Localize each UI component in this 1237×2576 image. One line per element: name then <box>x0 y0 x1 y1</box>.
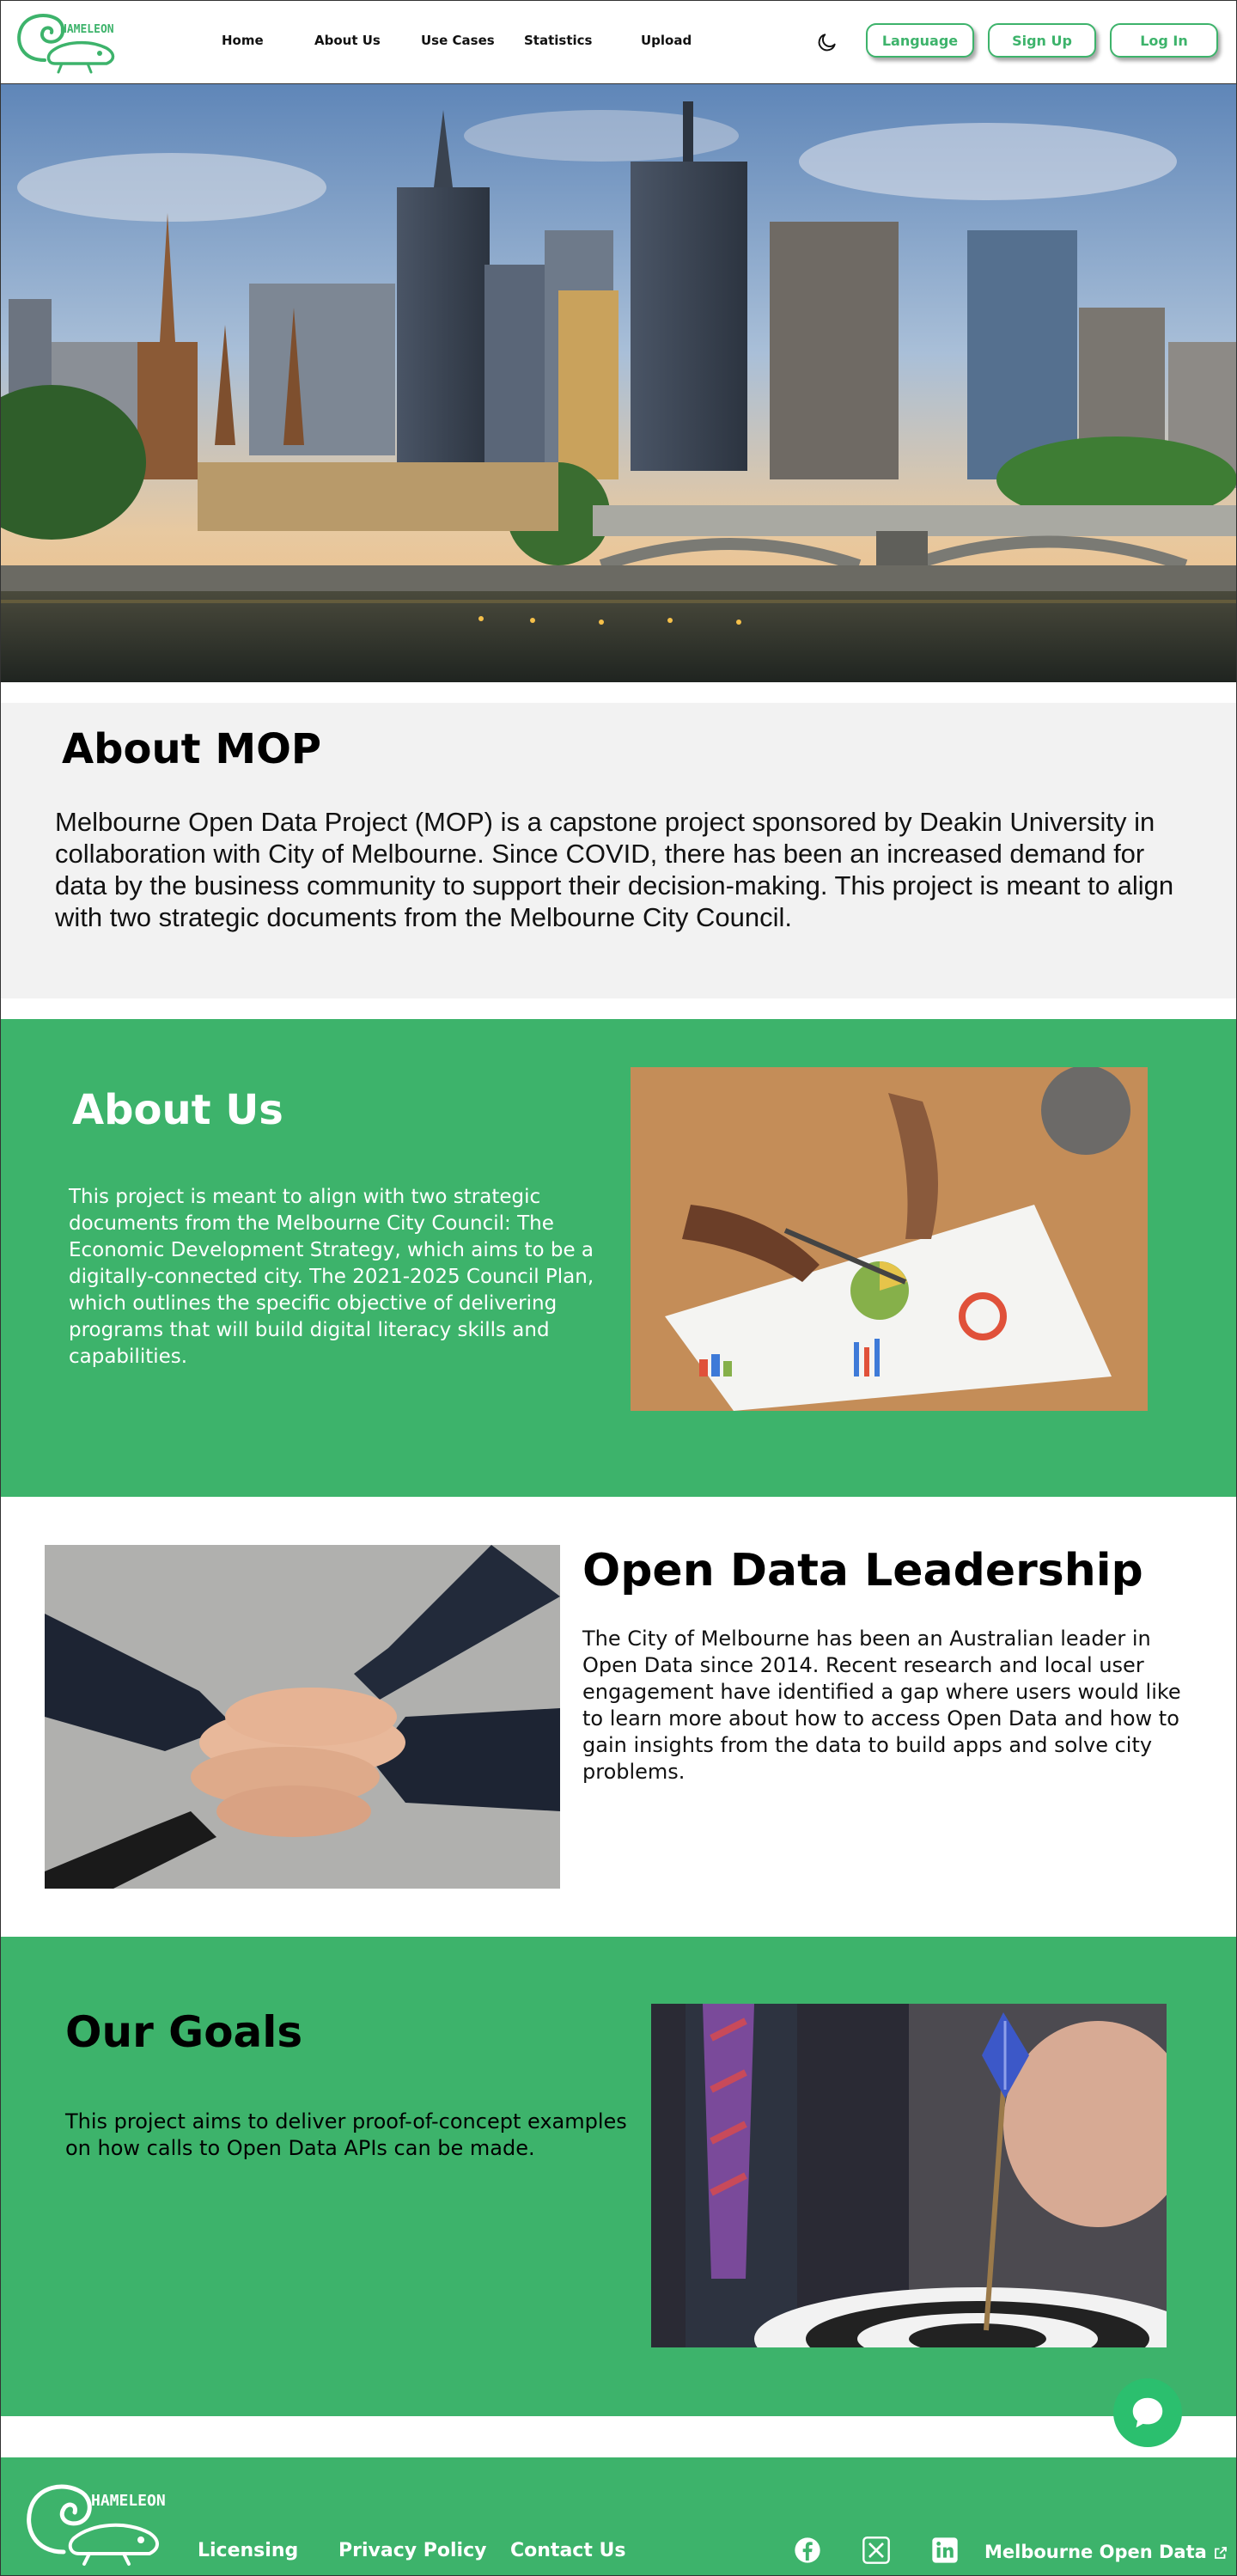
nav-home[interactable]: Home <box>222 33 264 48</box>
open-data-leadership-section: Open Data Leadership The City of Melbour… <box>0 1497 1237 1937</box>
footer-chameleon-logo[interactable]: HAMELEON <box>21 2475 192 2567</box>
svg-text:HAMELEON: HAMELEON <box>91 2492 166 2510</box>
about-mop-title: About MOP <box>62 725 322 773</box>
melbourne-open-data-link[interactable]: Melbourne Open Data <box>984 2542 1228 2562</box>
about-us-body: This project is meant to align with two … <box>69 1186 594 1368</box>
nav-use-cases[interactable]: Use Cases <box>421 33 495 48</box>
hero-image <box>0 84 1237 682</box>
goals-title: Our Goals <box>65 2007 303 2057</box>
leadership-body: The City of Melbourne has been an Austra… <box>582 1627 1181 1784</box>
moon-icon[interactable] <box>816 31 838 53</box>
linkedin-icon[interactable] <box>931 2536 959 2564</box>
about-mop-section: About MOP Melbourne Open Data Project (M… <box>0 703 1237 998</box>
chameleon-logo[interactable]: HAMELEON <box>10 7 139 74</box>
language-button[interactable]: Language <box>866 23 974 58</box>
about-us-section: About Us This project is meant to align … <box>0 1019 1237 1497</box>
nav-upload[interactable]: Upload <box>641 33 692 48</box>
nav-statistics[interactable]: Statistics <box>524 33 592 48</box>
melbourne-skyline-image <box>0 84 1237 682</box>
about-us-title: About Us <box>72 1086 283 1134</box>
facebook-icon[interactable] <box>794 2536 821 2564</box>
melbourne-open-data-label: Melbourne Open Data <box>984 2542 1207 2562</box>
sign-up-button[interactable]: Sign Up <box>988 23 1096 58</box>
leadership-title: Open Data Leadership <box>582 1545 1143 1596</box>
charts-analysis-image <box>631 1067 1148 1411</box>
nav-about-us[interactable]: About Us <box>314 33 381 48</box>
site-header: HAMELEON Home About Us Use Cases Statist… <box>0 0 1237 84</box>
chat-button[interactable] <box>1113 2378 1182 2447</box>
team-hands-image <box>45 1545 560 1889</box>
footer-link-licensing[interactable]: Licensing <box>198 2540 298 2561</box>
svg-text:HAMELEON: HAMELEON <box>60 23 114 36</box>
footer-link-contact-us[interactable]: Contact Us <box>510 2540 625 2561</box>
chat-bubble-icon <box>1132 2397 1163 2428</box>
goals-body: This project aims to deliver proof-of-co… <box>65 2109 627 2160</box>
log-in-button[interactable]: Log In <box>1110 23 1218 58</box>
external-link-icon <box>1215 2547 1228 2559</box>
x-twitter-icon[interactable] <box>862 2536 890 2564</box>
dart-target-image <box>651 2004 1167 2347</box>
about-mop-body: Melbourne Open Data Project (MOP) is a c… <box>55 807 1174 932</box>
our-goals-section: Our Goals This project aims to deliver p… <box>0 1937 1237 2416</box>
footer-link-privacy-policy[interactable]: Privacy Policy <box>338 2540 486 2561</box>
site-footer: HAMELEON Licensing Privacy Policy Contac… <box>0 2457 1237 2576</box>
